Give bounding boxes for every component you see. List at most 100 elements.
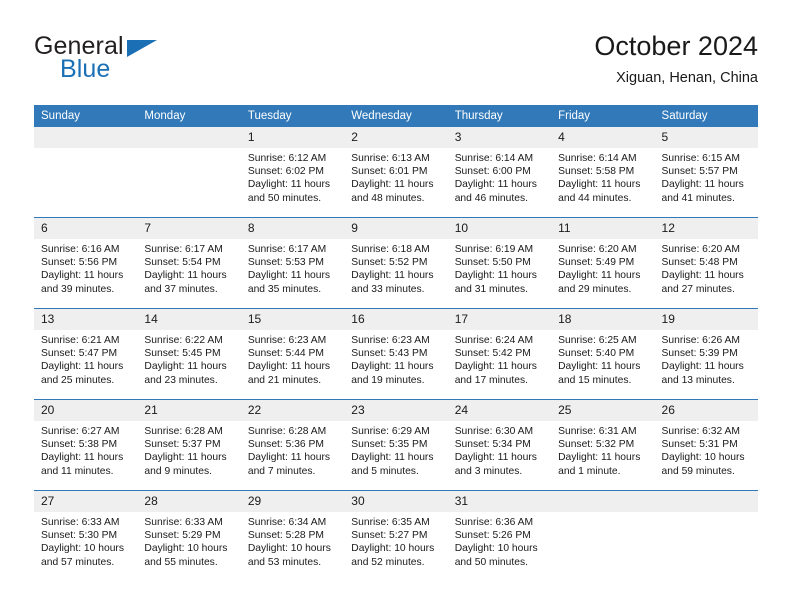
sunset-text: Sunset: 5:56 PM [41,257,118,269]
sunset-text: Sunset: 6:00 PM [454,166,531,178]
day-number: 21 [137,400,241,421]
day-cell[interactable]: 29 Sunrise: 6:34 AM Sunset: 5:28 PM Dayligh… [240,490,345,581]
day-details: Sunrise: 6:27 AM Sunset: 5:38 PM Daylight:… [34,421,137,478]
sunset-text: Sunset: 5:27 PM [351,530,428,542]
weekday-header-sunday: Sunday [34,105,138,127]
day-cell[interactable]: 4 Sunrise: 6:14 AM Sunset: 5:58 PM Daylight… [551,127,655,218]
day-details: Sunrise: 6:31 AM Sunset: 5:32 PM Daylight:… [551,421,654,478]
sunset-text: Sunset: 6:02 PM [247,166,324,178]
calendar-week-row: 27 Sunrise: 6:33 AM Sunset: 5:30 PM Dayligh… [34,490,758,581]
day-cell[interactable]: 31 Sunrise: 6:36 AM Sunset: 5:26 PM Dayligh… [447,490,552,581]
day-number: 24 [447,400,552,421]
day-cell[interactable]: 20 Sunrise: 6:27 AM Sunset: 5:38 PM Dayligh… [34,399,138,491]
day-number: 27 [34,491,138,512]
calendar-body: 1 Sunrise: 6:12 AM Sunset: 6:02 PM Daylight… [34,127,758,581]
day-cell[interactable]: 9 Sunrise: 6:18 AM Sunset: 5:52 PM Daylight… [344,217,448,309]
calendar-week-row: 13 Sunrise: 6:21 AM Sunset: 5:47 PM Dayligh… [34,308,758,400]
day-cell[interactable]: 14 Sunrise: 6:22 AM Sunset: 5:45 PM Dayligh… [137,308,241,400]
day-number: 6 [34,218,138,239]
day-number: 5 [654,127,758,148]
day-cell[interactable]: 7 Sunrise: 6:17 AM Sunset: 5:54 PM Daylight… [137,217,241,309]
day-cell[interactable]: 12 Sunrise: 6:20 AM Sunset: 5:48 PM Dayligh… [654,217,758,309]
day-cell[interactable]: 28 Sunrise: 6:33 AM Sunset: 5:29 PM Dayligh… [137,490,241,581]
day-details: Sunrise: 6:19 AM Sunset: 5:50 PM Daylight:… [448,239,551,296]
day-cell[interactable]: 26 Sunrise: 6:32 AM Sunset: 5:31 PM Dayligh… [654,399,758,491]
sunset-text: Sunset: 5:31 PM [661,439,738,451]
sunrise-text: Sunrise: 6:29 AM [351,426,430,437]
daylight-text: Daylight: 11 hours and 39 minutes. [41,270,124,295]
weekday-header-friday: Friday [551,105,655,127]
day-cell[interactable]: 17 Sunrise: 6:24 AM Sunset: 5:42 PM Dayligh… [447,308,552,400]
day-number: 11 [551,218,655,239]
day-cell[interactable]: 2 Sunrise: 6:13 AM Sunset: 6:01 PM Daylight… [344,127,448,218]
sunrise-text: Sunrise: 6:33 AM [41,517,120,528]
day-cell[interactable]: 19 Sunrise: 6:26 AM Sunset: 5:39 PM Dayligh… [654,308,758,400]
sunset-text: Sunset: 5:29 PM [144,530,221,542]
sunset-text: Sunset: 5:36 PM [247,439,324,451]
generalblue-logo[interactable]: General Blue [34,32,164,88]
daylight-text: Daylight: 11 hours and 23 minutes. [144,361,227,386]
calendar-table: Sunday Monday Tuesday Wednesday Thursday Frid… [34,105,758,581]
sunrise-text: Sunrise: 6:27 AM [41,426,120,437]
day-details: Sunrise: 6:28 AM Sunset: 5:36 PM Daylight:… [241,421,344,478]
daylight-text: Daylight: 10 hours and 53 minutes. [247,543,331,568]
day-cell[interactable]: 21 Sunrise: 6:28 AM Sunset: 5:37 PM Dayligh… [137,399,241,491]
day-cell[interactable]: 5 Sunrise: 6:15 AM Sunset: 5:57 PM Daylight… [654,127,758,218]
sunset-text: Sunset: 5:50 PM [454,257,531,269]
day-cell[interactable]: 22 Sunrise: 6:28 AM Sunset: 5:36 PM Dayligh… [240,399,345,491]
sunrise-text: Sunrise: 6:15 AM [661,153,740,164]
day-cell[interactable]: 8 Sunrise: 6:17 AM Sunset: 5:53 PM Daylight… [240,217,345,309]
day-cell[interactable]: 10 Sunrise: 6:19 AM Sunset: 5:50 PM Dayligh… [447,217,552,309]
daylight-text: Daylight: 11 hours and 13 minutes. [661,361,744,386]
daylight-text: Daylight: 11 hours and 15 minutes. [558,361,641,386]
day-cell[interactable]: 6 Sunrise: 6:16 AM Sunset: 5:56 PM Daylight… [34,217,138,309]
day-details: Sunrise: 6:20 AM Sunset: 5:48 PM Daylight:… [655,239,758,296]
day-cell[interactable]: 15 Sunrise: 6:23 AM Sunset: 5:44 PM Dayligh… [240,308,345,400]
day-number: 26 [654,400,758,421]
sunrise-text: Sunrise: 6:14 AM [558,153,637,164]
day-details: Sunrise: 6:14 AM Sunset: 5:58 PM Daylight:… [551,148,654,205]
sunset-text: Sunset: 6:01 PM [351,166,428,178]
sunrise-text: Sunrise: 6:14 AM [454,153,534,164]
sunrise-text: Sunrise: 6:16 AM [41,244,120,255]
day-number: 1 [240,127,345,148]
sunrise-text: Sunrise: 6:26 AM [661,335,740,346]
daylight-text: Daylight: 10 hours and 57 minutes. [41,543,124,568]
daylight-text: Daylight: 11 hours and 50 minutes. [247,179,331,204]
sunrise-text: Sunrise: 6:24 AM [454,335,534,346]
daylight-text: Daylight: 11 hours and 33 minutes. [351,270,434,295]
day-cell[interactable]: 27 Sunrise: 6:33 AM Sunset: 5:30 PM Dayligh… [34,490,138,581]
day-details: Sunrise: 6:33 AM Sunset: 5:29 PM Daylight:… [137,512,240,569]
day-cell[interactable]: 3 Sunrise: 6:14 AM Sunset: 6:00 PM Daylight… [447,127,552,218]
sunset-text: Sunset: 5:58 PM [558,166,635,178]
location-subtitle: Xiguan, Henan, China [616,70,758,86]
day-details: Sunrise: 6:30 AM Sunset: 5:34 PM Daylight:… [448,421,551,478]
day-cell[interactable]: 18 Sunrise: 6:25 AM Sunset: 5:40 PM Dayligh… [551,308,655,400]
day-details: Sunrise: 6:25 AM Sunset: 5:40 PM Daylight:… [551,330,654,387]
day-number: 19 [654,309,758,330]
day-cell[interactable]: 30 Sunrise: 6:35 AM Sunset: 5:27 PM Dayligh… [344,490,448,581]
sunset-text: Sunset: 5:34 PM [454,439,531,451]
day-number: 23 [344,400,448,421]
sunrise-text: Sunrise: 6:28 AM [144,426,223,437]
daylight-text: Daylight: 11 hours and 21 minutes. [247,361,331,386]
day-cell[interactable]: 16 Sunrise: 6:23 AM Sunset: 5:43 PM Dayligh… [344,308,448,400]
daylight-text: Daylight: 11 hours and 11 minutes. [41,452,124,477]
day-cell[interactable]: 13 Sunrise: 6:21 AM Sunset: 5:47 PM Dayligh… [34,308,138,400]
day-number: 12 [654,218,758,239]
day-details: Sunrise: 6:20 AM Sunset: 5:49 PM Daylight:… [551,239,654,296]
day-details: Sunrise: 6:12 AM Sunset: 6:02 PM Daylight:… [241,148,344,205]
daylight-text: Daylight: 10 hours and 59 minutes. [661,452,745,477]
day-cell[interactable]: 25 Sunrise: 6:31 AM Sunset: 5:32 PM Dayligh… [551,399,655,491]
sunset-text: Sunset: 5:47 PM [41,348,118,360]
daylight-text: Daylight: 11 hours and 41 minutes. [661,179,744,204]
sunrise-text: Sunrise: 6:18 AM [351,244,430,255]
day-cell[interactable]: 11 Sunrise: 6:20 AM Sunset: 5:49 PM Dayligh… [551,217,655,309]
day-cell[interactable]: 23 Sunrise: 6:29 AM Sunset: 5:35 PM Dayligh… [344,399,448,491]
page-header: General Blue October 2024 Xiguan, Henan,… [34,30,758,96]
day-details: Sunrise: 6:23 AM Sunset: 5:43 PM Daylight:… [344,330,447,387]
day-cell[interactable]: 24 Sunrise: 6:30 AM Sunset: 5:34 PM Dayligh… [447,399,552,491]
sunrise-text: Sunrise: 6:23 AM [247,335,327,346]
day-cell[interactable]: 1 Sunrise: 6:12 AM Sunset: 6:02 PM Daylight… [240,127,345,218]
triangle-icon [127,40,157,57]
